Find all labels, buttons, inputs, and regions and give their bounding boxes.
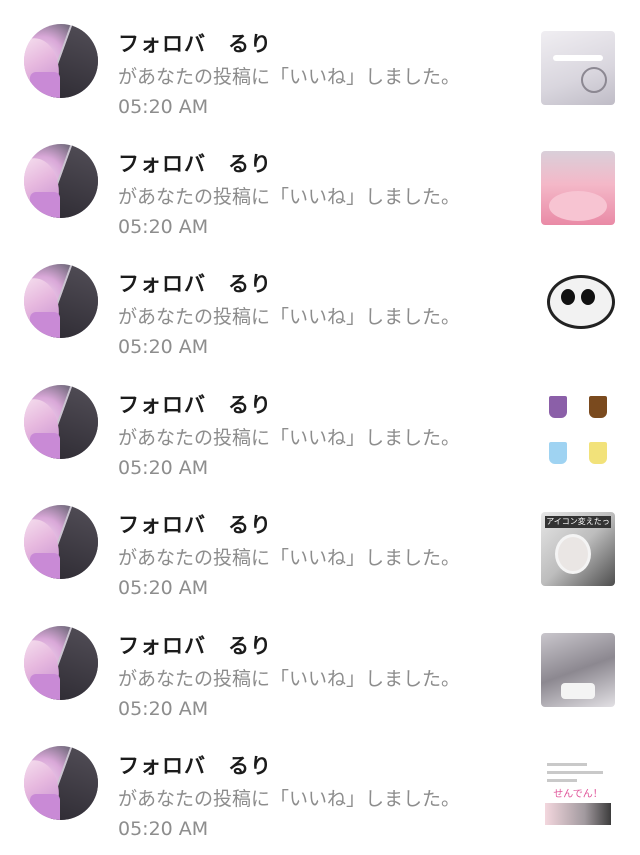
post-thumbnail[interactable]	[541, 31, 615, 105]
post-thumbnail[interactable]	[541, 392, 615, 466]
user-name[interactable]: フォロバ るり	[118, 28, 272, 58]
post-thumbnail[interactable]: せんでん！	[541, 753, 615, 827]
user-avatar[interactable]	[24, 24, 98, 98]
user-avatar[interactable]	[24, 505, 98, 579]
notification-message: があなたの投稿に「いいね」しました。 05:20 AM	[118, 66, 461, 118]
user-name[interactable]: フォロバ るり	[118, 389, 272, 419]
user-avatar[interactable]	[24, 626, 98, 700]
notification-row[interactable]: フォロバ るりがあなたの投稿に「いいね」しました。 05:20 AM	[0, 361, 640, 481]
notification-message: があなたの投稿に「いいね」しました。 05:20 AM	[118, 788, 461, 840]
notification-row[interactable]: フォロバ るりがあなたの投稿に「いいね」しました。 05:20 AM	[0, 602, 640, 722]
post-thumbnail[interactable]	[541, 271, 615, 345]
thumbnail-caption: アイコン変えたっ	[545, 516, 611, 528]
notification-message: があなたの投稿に「いいね」しました。 05:20 AM	[118, 186, 461, 238]
notification-row[interactable]: フォロバ るりがあなたの投稿に「いいね」しました。 05:20 AM アイコン変え…	[0, 481, 640, 601]
notification-row[interactable]: フォロバ るりがあなたの投稿に「いいね」しました。 05:20 AM	[0, 240, 640, 360]
notification-message: があなたの投稿に「いいね」しました。 05:20 AM	[118, 427, 461, 479]
user-avatar[interactable]	[24, 264, 98, 338]
notification-message: があなたの投稿に「いいね」しました。 05:20 AM	[118, 306, 461, 358]
thumbnail-caption: せんでん！	[553, 789, 603, 800]
user-avatar[interactable]	[24, 746, 98, 820]
user-avatar[interactable]	[24, 385, 98, 459]
notification-row[interactable]: フォロバ るりがあなたの投稿に「いいね」しました。 05:20 AM	[0, 0, 640, 120]
user-name[interactable]: フォロバ るり	[118, 148, 272, 178]
user-name[interactable]: フォロバ るり	[118, 630, 272, 660]
notification-row[interactable]: フォロバ るりがあなたの投稿に「いいね」しました。 05:20 AM	[0, 120, 640, 240]
post-thumbnail[interactable]	[541, 151, 615, 225]
user-name[interactable]: フォロバ るり	[118, 509, 272, 539]
post-thumbnail[interactable]	[541, 633, 615, 707]
notification-message: があなたの投稿に「いいね」しました。 05:20 AM	[118, 668, 461, 720]
user-name[interactable]: フォロバ るり	[118, 750, 272, 780]
user-avatar[interactable]	[24, 144, 98, 218]
notification-message: があなたの投稿に「いいね」しました。 05:20 AM	[118, 547, 461, 599]
notification-row[interactable]: フォロバ るりがあなたの投稿に「いいね」しました。 05:20 AM せんでん！	[0, 722, 640, 842]
user-name[interactable]: フォロバ るり	[118, 268, 272, 298]
post-thumbnail[interactable]: アイコン変えたっ	[541, 512, 615, 586]
